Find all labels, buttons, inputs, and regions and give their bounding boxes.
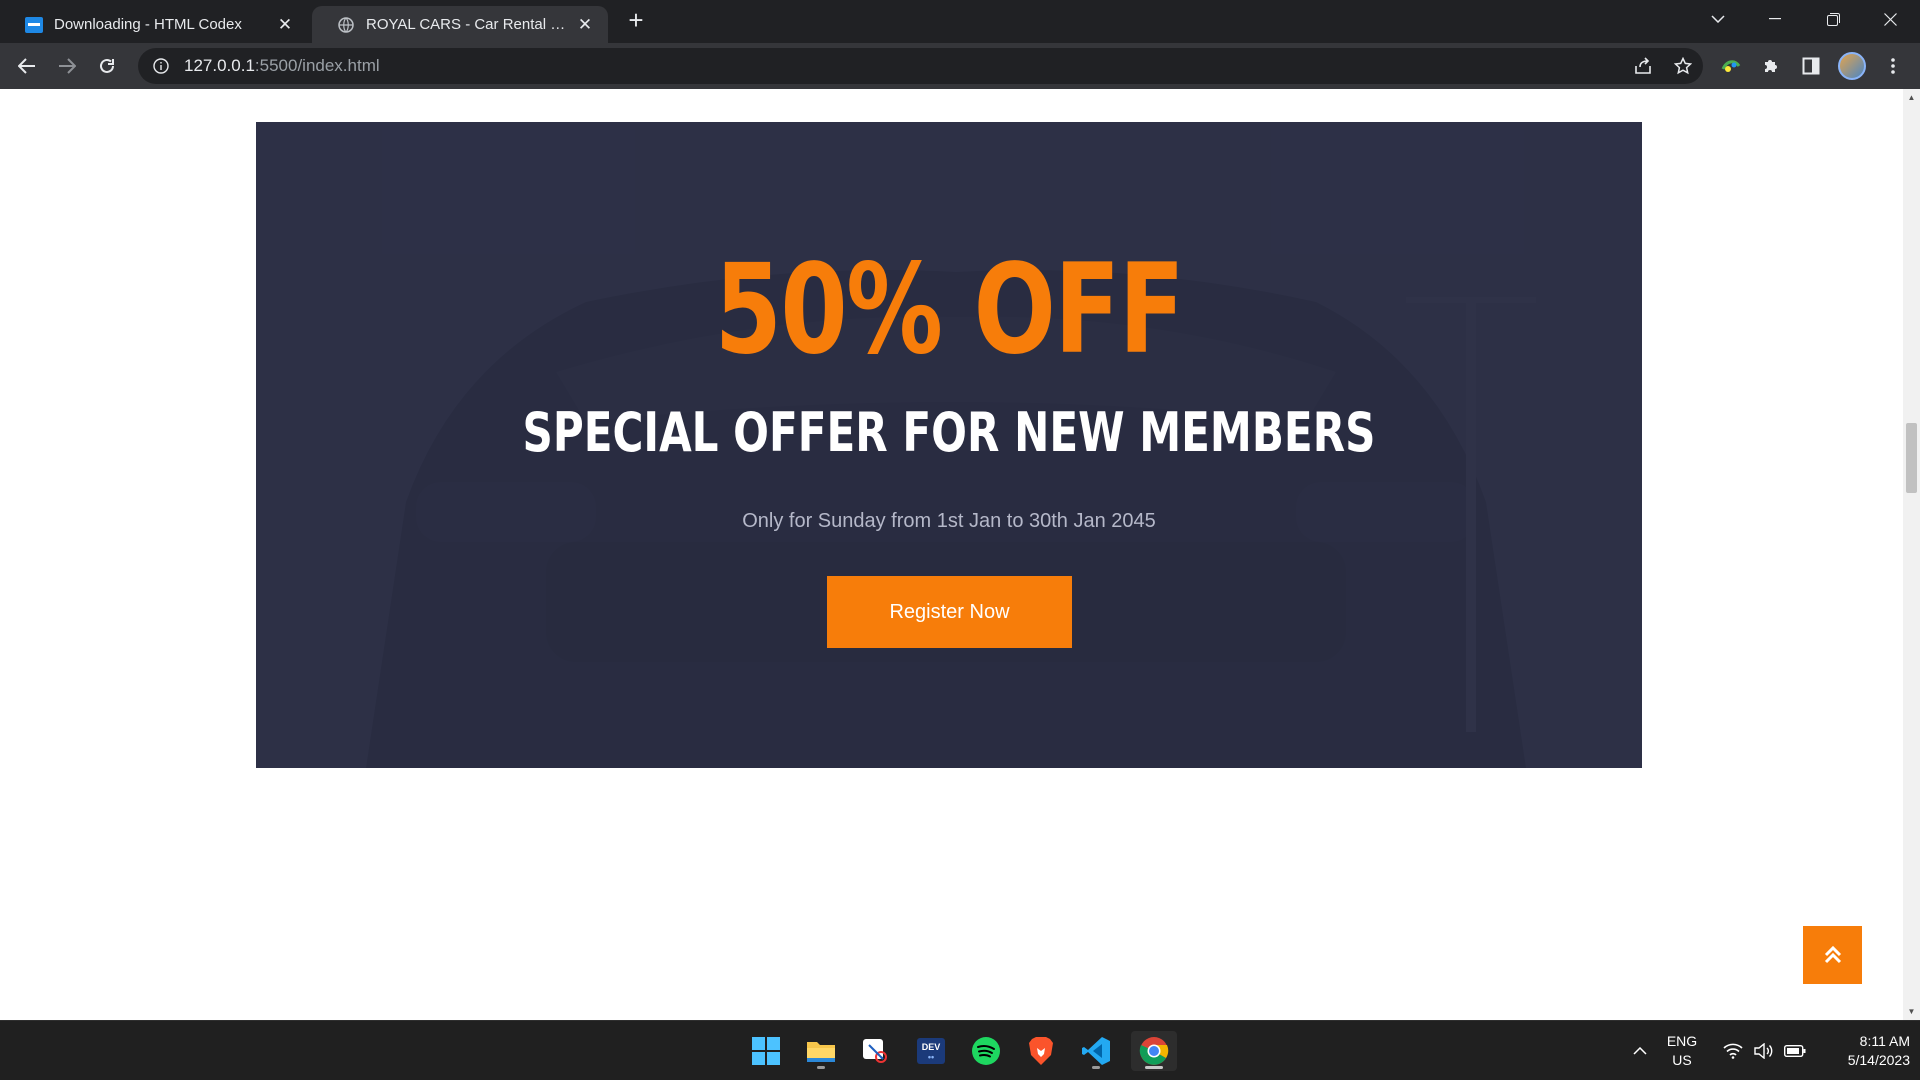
- page-scrollbar[interactable]: ▲ ▼: [1903, 89, 1920, 1020]
- profile-avatar[interactable]: [1838, 52, 1866, 80]
- minimize-button[interactable]: [1752, 0, 1798, 38]
- tab-title: Downloading - HTML Codex: [54, 16, 242, 33]
- battery-icon[interactable]: [1777, 1031, 1813, 1071]
- wifi-icon[interactable]: [1716, 1031, 1750, 1071]
- arrow-right-icon: [59, 58, 76, 74]
- htmlcodex-icon: [24, 15, 44, 35]
- clock[interactable]: 8:11 AM 5/14/2023: [1820, 1032, 1910, 1070]
- scroll-thumb[interactable]: [1906, 423, 1917, 493]
- back-button[interactable]: [12, 51, 42, 81]
- tab-strip: Downloading - HTML Codex ✕ ROYAL CARS - …: [0, 0, 1920, 43]
- offer-subtitle: SPECIAL OFFER FOR NEW MEMBERS: [522, 401, 1376, 464]
- offer-title: 50% OFF: [714, 238, 1185, 382]
- info-icon[interactable]: [152, 57, 170, 75]
- scroll-up-icon[interactable]: ▲: [1903, 89, 1920, 106]
- start-icon[interactable]: [746, 1031, 786, 1071]
- devhome-icon[interactable]: DEV ••: [911, 1031, 951, 1071]
- vscode-icon[interactable]: [1076, 1031, 1116, 1071]
- snipping-tool-icon[interactable]: [856, 1031, 896, 1071]
- extension-colorful-icon: [1721, 60, 1741, 72]
- chrome-icon[interactable]: [1131, 1031, 1177, 1071]
- extension-button[interactable]: [1716, 51, 1746, 81]
- menu-button[interactable]: [1878, 51, 1908, 81]
- share-button[interactable]: [1628, 51, 1658, 81]
- reload-icon: [100, 58, 114, 73]
- new-tab-button[interactable]: +: [622, 5, 650, 35]
- register-now-button[interactable]: Register Now: [827, 576, 1072, 648]
- scroll-down-icon[interactable]: ▼: [1903, 1003, 1920, 1020]
- reload-button[interactable]: [92, 51, 122, 81]
- more-vertical-icon: [1891, 58, 1895, 74]
- double-chevron-up-icon: [1824, 945, 1841, 964]
- forward-button[interactable]: [52, 51, 82, 81]
- browser-toolbar: 127.0.0.1:5500/index.html: [0, 43, 1920, 89]
- close-window-button[interactable]: [1867, 0, 1913, 38]
- globe-icon: [336, 15, 356, 35]
- chevron-up-icon[interactable]: [1620, 1031, 1660, 1071]
- tab-royal-cars[interactable]: ROYAL CARS - Car Rental HTML Template ✕: [312, 6, 608, 43]
- back-to-top-button[interactable]: [1803, 926, 1862, 984]
- address-bar[interactable]: 127.0.0.1:5500/index.html: [138, 48, 1703, 84]
- bookmark-button[interactable]: [1668, 51, 1698, 81]
- restore-button[interactable]: [1810, 0, 1856, 38]
- offer-banner: 50% OFF SPECIAL OFFER FOR NEW MEMBERS On…: [256, 122, 1642, 768]
- side-panel-button[interactable]: [1796, 51, 1826, 81]
- volume-icon[interactable]: [1746, 1031, 1780, 1071]
- puzzle-icon: [1765, 60, 1777, 72]
- tab-title: ROYAL CARS - Car Rental HTML Template: [366, 16, 574, 33]
- tab-downloading[interactable]: Downloading - HTML Codex ✕: [0, 6, 308, 43]
- spotify-icon[interactable]: [966, 1031, 1006, 1071]
- chevron-down-icon: [1711, 15, 1725, 23]
- share-icon: [1635, 57, 1651, 74]
- page-viewport: 50% OFF SPECIAL OFFER FOR NEW MEMBERS On…: [0, 89, 1903, 1020]
- arrow-left-icon: [18, 58, 35, 74]
- language-indicator[interactable]: ENG US: [1662, 1032, 1702, 1070]
- close-icon[interactable]: ✕: [274, 14, 296, 36]
- close-icon[interactable]: ✕: [574, 14, 596, 36]
- svg-text:••: ••: [928, 1052, 934, 1062]
- side-panel-icon: [1802, 57, 1820, 75]
- svg-text:DEV: DEV: [922, 1042, 941, 1052]
- file-explorer-icon[interactable]: [801, 1031, 841, 1071]
- url-text[interactable]: 127.0.0.1:5500/index.html: [184, 56, 380, 76]
- offer-note: Only for Sunday from 1st Jan to 30th Jan…: [742, 510, 1156, 532]
- windows-taskbar: DEV •• ENG US 8:11 AM 5/14/2023: [0, 1020, 1920, 1080]
- extensions-button[interactable]: [1756, 51, 1786, 81]
- brave-icon[interactable]: [1021, 1031, 1061, 1071]
- tab-search-button[interactable]: [1695, 0, 1741, 38]
- star-icon: [1674, 57, 1692, 75]
